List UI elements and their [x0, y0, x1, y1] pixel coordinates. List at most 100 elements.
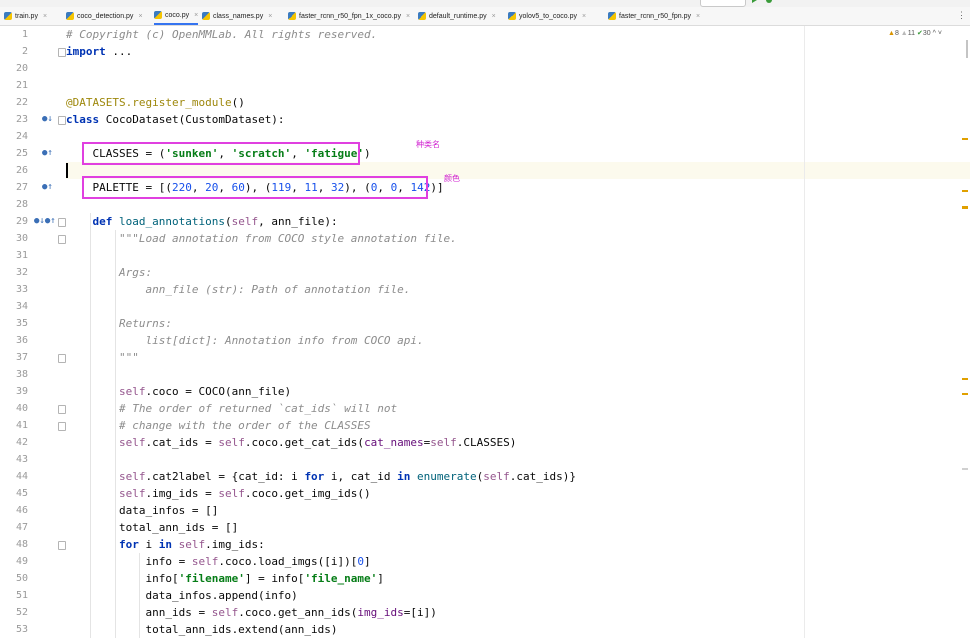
- code-line[interactable]: self.coco = COCO(ann_file): [66, 383, 291, 400]
- line-number: 45: [15, 488, 28, 499]
- code-line[interactable]: total_ann_ids = []: [66, 519, 238, 536]
- code-line[interactable]: list[dict]: Annotation info from COCO ap…: [66, 332, 423, 349]
- error-stripe-mark[interactable]: [962, 206, 968, 209]
- fold-toggle-icon[interactable]: [58, 541, 66, 550]
- fold-toggle-icon[interactable]: [58, 116, 66, 125]
- code-line[interactable]: Args:: [66, 264, 152, 281]
- code-line[interactable]: data_infos.append(info): [66, 587, 297, 604]
- code-line[interactable]: data_infos = []: [66, 502, 218, 519]
- code-line[interactable]: ann_file (str): Path of annotation file.: [66, 281, 410, 298]
- line-number: 49: [15, 556, 28, 567]
- tab-faster-rcnn-r50-fpn-py[interactable]: faster_rcnn_r50_fpn.py ×: [608, 7, 700, 25]
- code-token: .cat_ids)}: [509, 470, 577, 483]
- line-number: 29: [15, 216, 28, 227]
- close-icon[interactable]: ×: [138, 13, 142, 20]
- tab-label: train.py: [15, 12, 38, 20]
- code-line[interactable]: total_ann_ids.extend(ann_ids): [66, 621, 337, 638]
- close-icon[interactable]: ×: [194, 12, 198, 19]
- close-icon[interactable]: ×: [406, 13, 410, 20]
- fold-toggle-icon[interactable]: [58, 405, 66, 414]
- code-line[interactable]: info = self.coco.load_imgs([i])[0]: [66, 553, 370, 570]
- tab-coco-py[interactable]: coco.py ×: [154, 7, 199, 25]
- line-number: 52: [15, 607, 28, 618]
- inspection-widget[interactable]: ▲8 ▲11 ✔30 ^ ˅: [888, 29, 942, 37]
- code-line[interactable]: def load_annotations(self, ann_file):: [66, 213, 338, 230]
- code-line[interactable]: # change with the order of the CLASSES: [66, 417, 371, 434]
- code-token: 'file_name': [304, 572, 378, 585]
- fold-toggle-icon[interactable]: [58, 48, 66, 57]
- code-token: self: [483, 470, 510, 483]
- close-icon[interactable]: ×: [268, 13, 272, 20]
- code-token: .img_ids:: [205, 538, 265, 551]
- python-file-icon: [154, 11, 162, 19]
- code-line[interactable]: self.img_ids = self.coco.get_img_ids(): [66, 485, 371, 502]
- tab-train-py[interactable]: train.py ×: [4, 7, 47, 25]
- code-line[interactable]: ann_ids = self.coco.get_ann_ids(img_ids=…: [66, 604, 437, 621]
- code-editor[interactable]: # Copyright (c) OpenMMLab. All rights re…: [66, 26, 970, 638]
- line-number: 28: [15, 199, 28, 210]
- line-number: 27: [15, 182, 28, 193]
- tab-yolov5-to-coco-py[interactable]: yolov5_to_coco.py ×: [508, 7, 586, 25]
- code-line[interactable]: # Copyright (c) OpenMMLab. All rights re…: [66, 26, 377, 43]
- classes-highlight-box: [82, 142, 360, 165]
- fold-toggle-icon[interactable]: [58, 235, 66, 244]
- code-token: .coco.load_imgs([i])[: [218, 555, 358, 568]
- code-line[interactable]: """Load annotation from COCO style annot…: [66, 230, 457, 247]
- line-number: 36: [15, 335, 28, 346]
- inspection-nav-arrows[interactable]: ^ ˅: [933, 30, 942, 37]
- overrides-icon[interactable]: ●↑: [42, 179, 53, 196]
- tab-label: faster_rcnn_r50_fpn.py: [619, 12, 691, 20]
- error-stripe-mark[interactable]: [962, 190, 968, 192]
- code-token: 'filename': [178, 572, 245, 585]
- code-token: )]: [430, 181, 444, 194]
- code-line[interactable]: info['filename'] = info['file_name']: [66, 570, 383, 587]
- tab-coco-detection-py[interactable]: coco_detection.py ×: [66, 7, 143, 25]
- line-number: 26: [15, 165, 28, 176]
- line-number: 31: [15, 250, 28, 261]
- fold-toggle-icon[interactable]: [58, 218, 66, 227]
- code-line[interactable]: for i in self.img_ids:: [66, 536, 265, 553]
- error-stripe-mark[interactable]: [962, 468, 968, 470]
- close-icon[interactable]: ×: [696, 13, 700, 20]
- tabs-overflow-menu-icon[interactable]: ⋮: [957, 10, 966, 21]
- line-number: 1: [21, 29, 28, 40]
- run-configuration-selector[interactable]: [700, 0, 746, 7]
- scrollbar-thumb[interactable]: [966, 40, 968, 58]
- run-icon[interactable]: [752, 0, 757, 3]
- error-stripe-mark[interactable]: [962, 393, 968, 395]
- code-token: load_annotations: [119, 215, 225, 228]
- code-line[interactable]: Returns:: [66, 315, 172, 332]
- fold-toggle-icon[interactable]: [58, 354, 66, 363]
- code-line[interactable]: import ...: [66, 43, 132, 60]
- tab-label: faster_rcnn_r50_fpn_1x_coco.py: [299, 12, 401, 20]
- warning-count: 8: [894, 30, 899, 37]
- code-line[interactable]: @DATASETS.register_module(): [66, 94, 245, 111]
- code-line[interactable]: class CocoDataset(CustomDataset):: [66, 111, 285, 128]
- overrides-icon[interactable]: ●↑: [42, 145, 53, 162]
- code-token: info =: [66, 555, 192, 568]
- tab-faster-rcnn-r50-fpn-1x-coco-py[interactable]: faster_rcnn_r50_fpn_1x_coco.py ×: [288, 7, 410, 25]
- close-icon[interactable]: ×: [582, 13, 586, 20]
- code-token: .coco = COCO(ann_file): [145, 385, 292, 398]
- line-number: 34: [15, 301, 28, 312]
- close-icon[interactable]: ×: [492, 13, 496, 20]
- tab-class-names-py[interactable]: class_names.py ×: [202, 7, 272, 25]
- overridden-method-icon[interactable]: ●↓●↑: [34, 213, 56, 230]
- code-token: self: [218, 487, 245, 500]
- code-token: # change with the order of the CLASSES: [66, 419, 371, 432]
- code-token: =[i]): [403, 606, 437, 619]
- error-stripe-mark[interactable]: [962, 378, 968, 380]
- code-token: ] = info[: [244, 572, 305, 585]
- close-icon[interactable]: ×: [43, 13, 47, 20]
- error-stripe-mark[interactable]: [962, 138, 968, 140]
- code-line[interactable]: self.cat2label = {cat_id: i for i, cat_i…: [66, 468, 576, 485]
- fold-toggle-icon[interactable]: [58, 422, 66, 431]
- code-line[interactable]: """: [66, 349, 139, 366]
- code-line[interactable]: self.cat_ids = self.coco.get_cat_ids(cat…: [66, 434, 516, 451]
- code-token: info[: [66, 572, 179, 585]
- overridden-method-icon[interactable]: ●↓: [42, 111, 53, 128]
- tab-default-runtime-py[interactable]: default_runtime.py ×: [418, 7, 496, 25]
- debug-icon[interactable]: [766, 0, 772, 3]
